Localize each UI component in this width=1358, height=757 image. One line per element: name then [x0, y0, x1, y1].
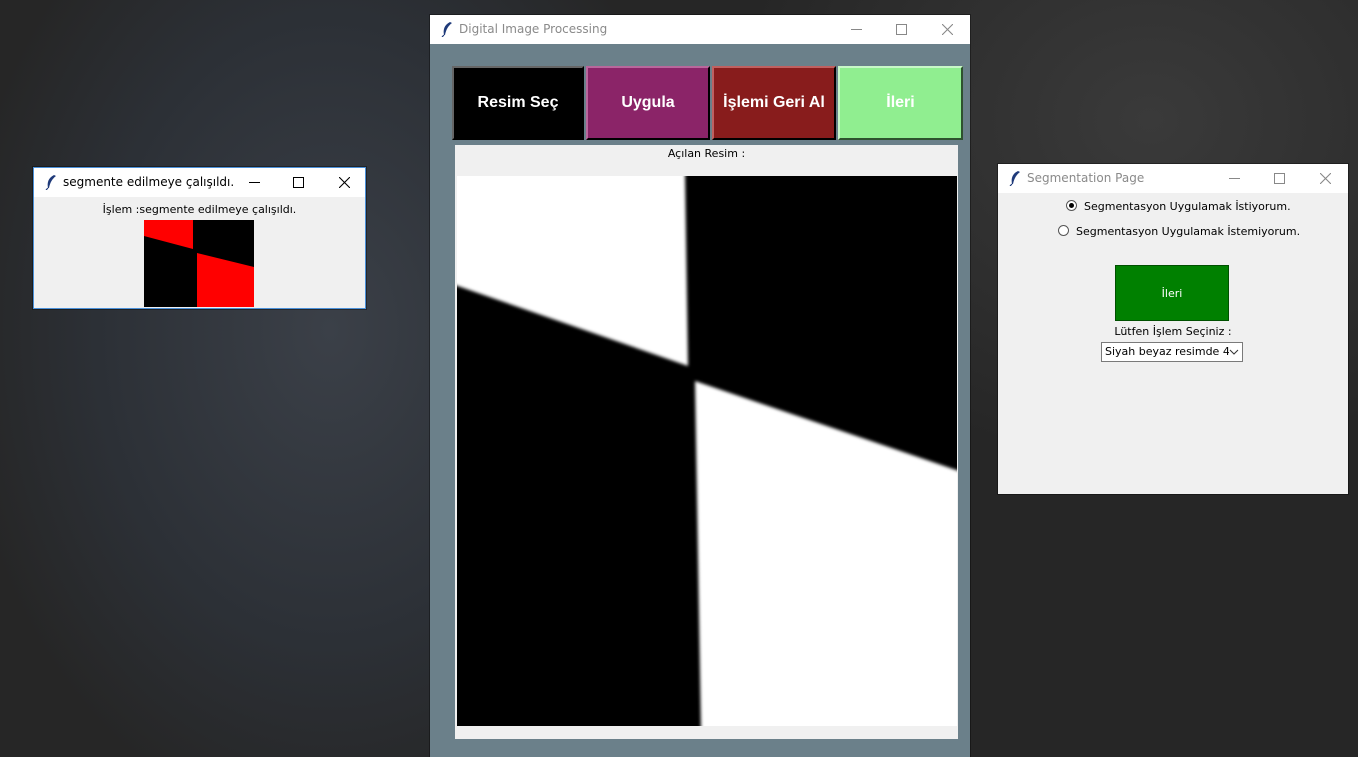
radio-unselected-icon[interactable] [1058, 225, 1069, 236]
maximize-icon [1274, 173, 1285, 184]
main-window: Digital Image Processing Resim Seç Uygul… [430, 15, 970, 757]
minimize-button[interactable] [1211, 164, 1257, 193]
operation-status-text: İşlem :segmente edilmeye çalışıldı. [102, 203, 297, 216]
segmentation-window: Segmentation Page Segmentasyon Uygulamak… [998, 164, 1348, 494]
minimize-button[interactable] [833, 15, 879, 44]
maximize-icon [896, 24, 907, 35]
minimize-icon [249, 182, 260, 183]
apply-button[interactable]: Uygula [586, 66, 710, 140]
select-image-button[interactable]: Resim Seç [452, 66, 584, 140]
close-button[interactable] [1302, 164, 1348, 193]
maximize-button[interactable] [1256, 164, 1302, 193]
image-panel: Açılan Resim : [455, 145, 958, 739]
result-window: segmente edilmeye çalışıldı. İşlem :segm… [33, 167, 366, 309]
next-button[interactable]: İleri [838, 66, 963, 140]
opened-image-label: Açılan Resim : [667, 147, 746, 160]
minimize-button[interactable] [231, 168, 277, 197]
result-window-titlebar[interactable]: segmente edilmeye çalışıldı. [34, 168, 365, 197]
feather-icon [441, 22, 452, 37]
radio-apply-segmentation[interactable]: Segmentasyon Uygulamak İstiyorum. [1066, 200, 1291, 213]
window-title: segmente edilmeye çalışıldı. [63, 175, 235, 189]
maximize-button[interactable] [275, 168, 321, 197]
operation-select-value: Siyah beyaz resimde 4'l [1105, 345, 1236, 358]
undo-button[interactable]: İşlemi Geri Al [712, 66, 836, 140]
radio-label: Segmentasyon Uygulamak İstiyorum. [1084, 200, 1291, 213]
feather-icon [45, 175, 56, 190]
radio-skip-segmentation[interactable]: Segmentasyon Uygulamak İstemiyorum. [1058, 225, 1300, 238]
minimize-icon [1229, 178, 1240, 179]
segmentation-next-button[interactable]: İleri [1115, 265, 1229, 321]
maximize-button[interactable] [878, 15, 924, 44]
close-button[interactable] [321, 168, 367, 197]
feather-icon [1009, 171, 1020, 186]
maximize-icon [293, 177, 304, 188]
opened-image [457, 176, 957, 726]
radio-selected-icon[interactable] [1066, 200, 1077, 211]
window-title: Segmentation Page [1027, 171, 1145, 185]
chevron-down-icon[interactable] [1229, 347, 1239, 357]
operation-select[interactable]: Siyah beyaz resimde 4'l [1101, 342, 1243, 362]
main-window-titlebar[interactable]: Digital Image Processing [430, 15, 970, 44]
segmented-result-image [144, 220, 254, 307]
select-operation-label: Lütfen İşlem Seçiniz : [1114, 325, 1232, 338]
close-button[interactable] [924, 15, 970, 44]
close-icon [942, 24, 953, 35]
radio-label: Segmentasyon Uygulamak İstemiyorum. [1076, 225, 1301, 238]
minimize-icon [851, 29, 862, 30]
close-icon [1320, 173, 1331, 184]
window-title: Digital Image Processing [459, 22, 608, 36]
segmentation-window-titlebar[interactable]: Segmentation Page [998, 164, 1348, 193]
close-icon [339, 177, 350, 188]
